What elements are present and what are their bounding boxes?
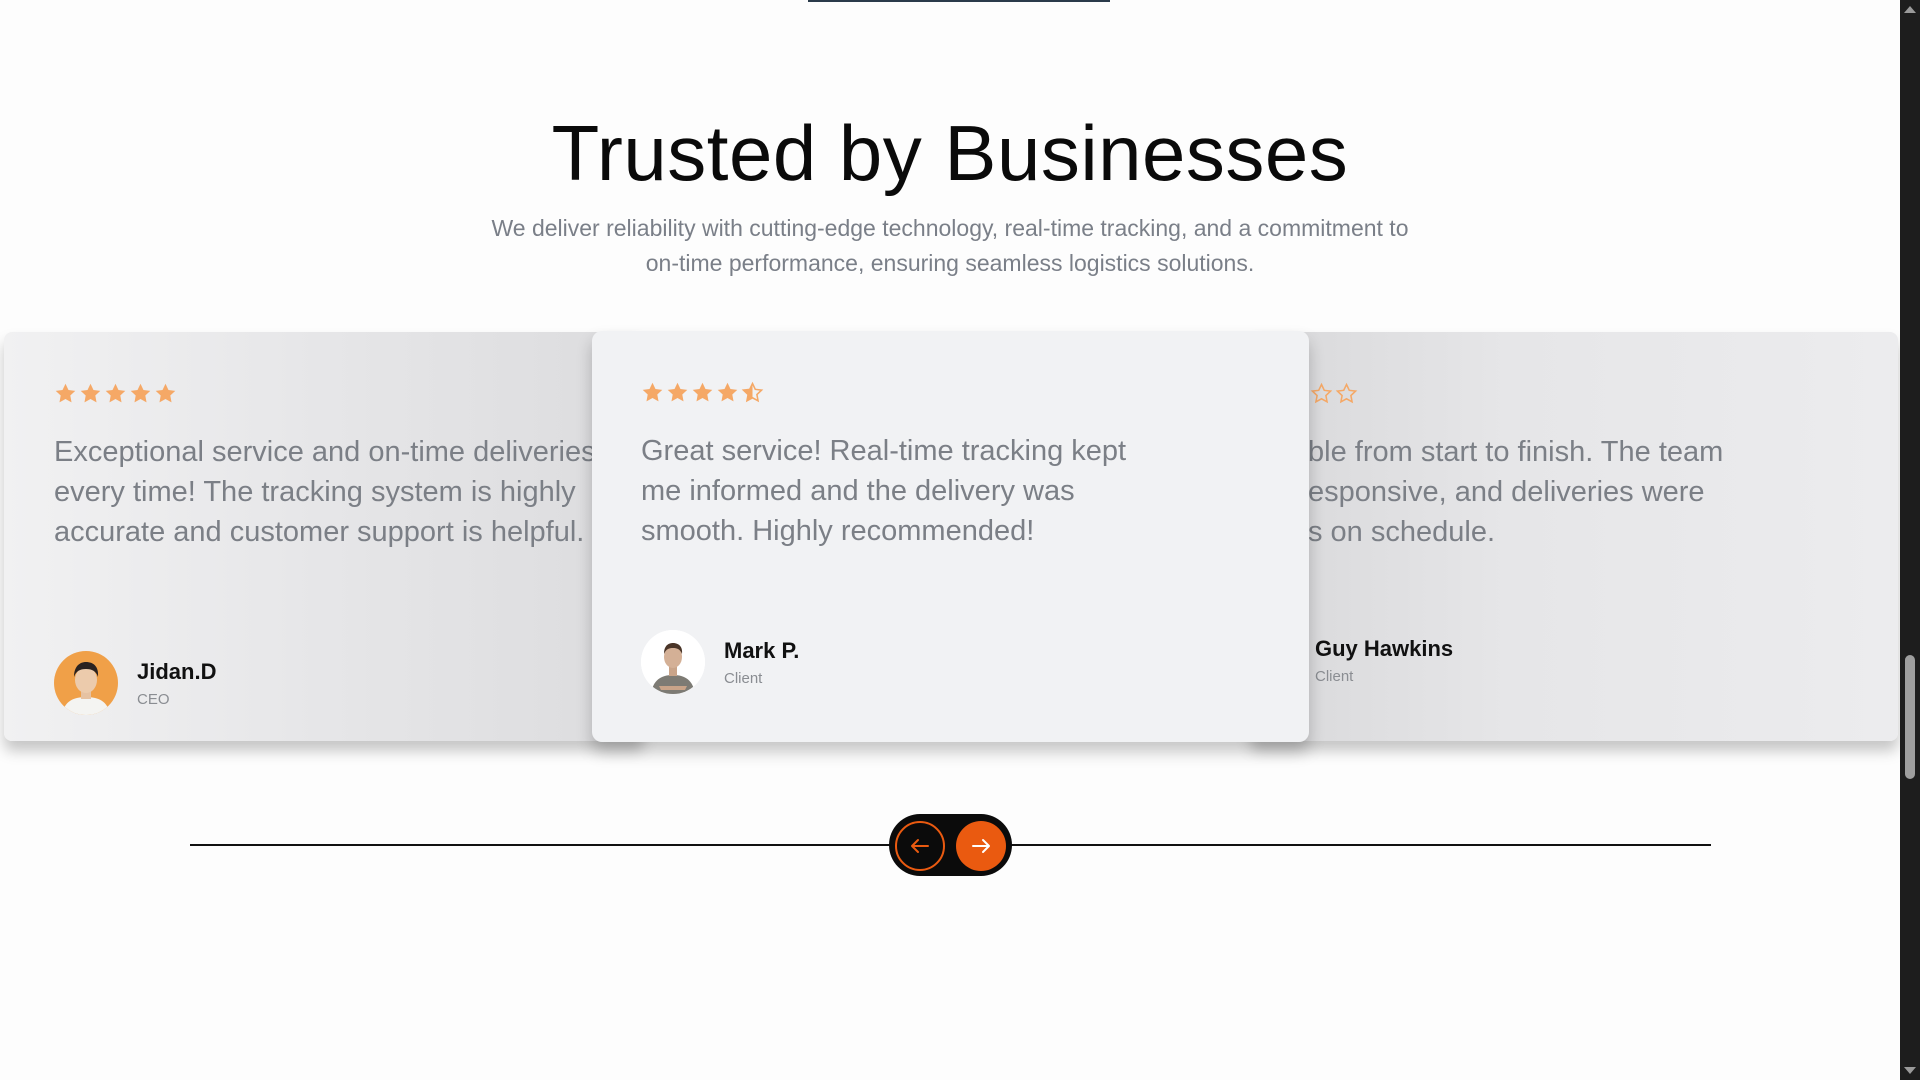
testimonial-quote: Exceptional service and on-time deliveri… <box>54 436 596 548</box>
section-subtitle-line2: on-time performance, ensuring seamless l… <box>645 250 1255 276</box>
arrow-right-icon <box>972 839 990 853</box>
avatar <box>641 630 705 694</box>
scrollbar-thumb[interactable] <box>1905 655 1915 779</box>
top-divider <box>808 0 1110 2</box>
testimonial-author: Guy Hawkins Client <box>1315 636 1453 685</box>
testimonial-card-active[interactable]: Great service! Real-time tracking kept m… <box>592 331 1309 742</box>
testimonial-quote: Great service! Real-time tracking kept m… <box>641 435 1127 547</box>
author-info: Guy Hawkins Client <box>1315 636 1453 685</box>
testimonial-quote-line3: s on schedule. <box>1308 516 1496 548</box>
rating-stars <box>1310 382 1358 405</box>
author-info: Mark P. Client <box>724 638 799 687</box>
star-full-icon <box>105 383 126 403</box>
arrow-left-icon <box>911 839 929 853</box>
testimonial-quote-line2: esponsive, and deliveries were <box>1308 476 1705 508</box>
carousel-next-button[interactable] <box>956 821 1006 871</box>
star-full-icon <box>667 382 688 402</box>
person-avatar-icon <box>54 651 118 715</box>
avatar <box>54 651 118 715</box>
testimonial-card-left[interactable]: Exceptional service and on-time deliveri… <box>4 332 644 741</box>
rating-stars <box>54 382 177 405</box>
star-full-icon <box>155 383 176 403</box>
testimonial-author: Jidan.D CEO <box>54 651 216 715</box>
testimonial-card-right[interactable]: ble from start to finish. The team espon… <box>1250 332 1898 741</box>
star-empty-icon <box>1335 382 1358 404</box>
testimonial-quote: ble from start to finish. The team espon… <box>1308 432 1888 552</box>
author-role: Client <box>1315 668 1354 685</box>
carousel-controls <box>889 814 1012 876</box>
star-full-icon <box>692 382 713 402</box>
author-role: Client <box>724 669 763 687</box>
carousel-prev-button[interactable] <box>895 821 945 871</box>
scroll-up-arrow-icon[interactable] <box>1904 6 1916 13</box>
author-name: Mark P. <box>724 637 800 663</box>
star-full-icon <box>717 382 738 402</box>
person-avatar-icon <box>641 630 705 694</box>
star-full-icon <box>130 383 151 403</box>
page: Trusted by Businesses We deliver reliabi… <box>0 0 1920 1080</box>
star-full-icon <box>80 383 101 403</box>
star-half-icon <box>741 381 764 403</box>
testimonial-quote-line1: ble from start to finish. The team <box>1308 436 1724 468</box>
star-full-icon <box>642 382 663 402</box>
testimonial-author: Mark P. Client <box>641 630 799 694</box>
author-name: Guy Hawkins <box>1315 636 1454 661</box>
scroll-down-arrow-icon[interactable] <box>1904 1067 1916 1074</box>
author-name: Jidan.D <box>137 658 217 684</box>
section-subtitle: We deliver reliability with cutting-edge… <box>440 211 1460 281</box>
rating-stars <box>641 381 764 404</box>
author-info: Jidan.D CEO <box>137 659 216 708</box>
vertical-scrollbar[interactable] <box>1900 0 1920 1080</box>
author-role: CEO <box>137 690 170 708</box>
section-subtitle-line1: We deliver reliability with cutting-edge… <box>491 215 1409 241</box>
section-title: Trusted by Businesses <box>551 109 1349 197</box>
star-full-icon <box>55 383 76 403</box>
star-empty-icon <box>1310 382 1333 404</box>
